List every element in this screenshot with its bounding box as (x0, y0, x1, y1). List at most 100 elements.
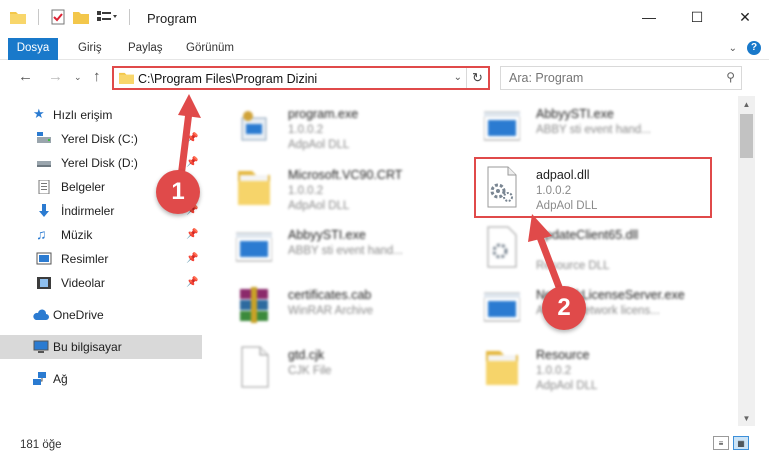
pin-icon[interactable]: 📌 (186, 229, 198, 240)
videos-icon (37, 277, 51, 289)
refresh-icon: ↻ (472, 70, 483, 85)
sidebar-item-onedrive[interactable]: OneDrive (0, 303, 202, 327)
ribbon-tabs: Dosya Giriş Paylaş Görünüm ⌄ ? (0, 38, 769, 96)
sidebar-item-label: Resimler (61, 252, 109, 266)
quick-access-toolbar (10, 9, 134, 25)
list-item[interactable]: AbbyySTI.exe ABBY sti event hand... (462, 98, 697, 156)
sidebar-item-label: OneDrive (53, 308, 104, 322)
navigation-pane: ★ Hızlı erişim Yerel Disk (C:) 📌 Yerel D… (0, 96, 202, 426)
folder-icon (486, 351, 518, 385)
sidebar-item-label: Belgeler (61, 180, 106, 194)
list-item[interactable]: AbbyySTI.exe ABBY sti event hand... (214, 219, 449, 277)
file-detail: 1.0.0.2 (536, 365, 572, 377)
computer-icon (33, 340, 49, 353)
file-detail: 1.0.0.2 (288, 185, 324, 197)
tab-share[interactable]: Paylaş (128, 38, 163, 60)
sidebar-item-label: Yerel Disk (D:) (61, 156, 138, 170)
list-item[interactable]: gtd.cjk CJK File (214, 339, 449, 397)
sidebar-item-label: Müzik (61, 228, 93, 242)
expand-ribbon-icon[interactable]: ⌄ (729, 43, 737, 54)
sidebar-item-network[interactable]: Ağ (0, 367, 202, 391)
drive-icon (37, 161, 51, 167)
view-toggle: ≡ ▦ (713, 436, 749, 450)
item-count: 181 öğe (20, 439, 62, 451)
list-item[interactable]: program.exe 1.0.0.2 AdpAol DLL (214, 98, 449, 156)
sidebar-item-label: Bu bilgisayar (53, 340, 122, 354)
close-icon: ✕ (739, 8, 751, 25)
toolbar-separator (38, 9, 39, 25)
navigation-bar: ← → ⌄ ↑ C:\Program Files\Program Dizini … (0, 60, 769, 96)
sidebar-item-label: İndirmeler (61, 204, 115, 218)
ribbon-right-controls: ⌄ ? (729, 41, 761, 55)
pictures-icon (36, 252, 52, 265)
details-view-icon[interactable]: ≡ (713, 436, 729, 450)
file-name: certificates.cab (288, 288, 372, 302)
close-button[interactable]: ✕ (721, 0, 769, 34)
forward-arrow-icon[interactable]: → (48, 68, 63, 85)
sidebar-item-label: Ağ (53, 372, 68, 386)
address-path: C:\Program Files\Program Dizini (138, 72, 318, 86)
file-detail: CJK File (288, 365, 332, 377)
sidebar-item-videos[interactable]: Videolar 📌 (0, 271, 202, 295)
address-dropdown-icon[interactable]: ⌄ (454, 72, 462, 83)
sidebar-item-local-disk-c[interactable]: Yerel Disk (C:) 📌 (0, 127, 202, 151)
file-name: UpdateClient65.dll (536, 228, 639, 242)
list-item[interactable]: Microsoft.VC90.CRT 1.0.0.2 AdpAol DLL (214, 159, 449, 217)
tab-home[interactable]: Giriş (78, 38, 102, 60)
address-bar[interactable]: C:\Program Files\Program Dizini ⌄ ↻ (112, 66, 490, 90)
maximize-icon: ☐ (690, 8, 704, 25)
network-icon (33, 372, 46, 385)
folder-icon (238, 171, 270, 205)
highlight-box-adpaol (474, 157, 712, 218)
window-title: Program (147, 11, 197, 26)
pin-icon[interactable]: 📌 (186, 253, 198, 264)
folder-icon (119, 72, 134, 84)
sidebar-item-label: Hızlı erişim (53, 108, 113, 122)
back-arrow-icon[interactable]: ← (18, 68, 33, 85)
star-icon: ★ (33, 106, 45, 121)
search-box[interactable]: ⚲ (500, 66, 742, 90)
search-input[interactable] (509, 68, 719, 88)
recent-locations-chevron-icon[interactable]: ⌄ (74, 72, 82, 83)
pin-icon[interactable]: 📌 (186, 277, 198, 288)
list-item[interactable]: UpdateClient65.dll Resource DLL (462, 219, 697, 277)
sidebar-item-music[interactable]: ♫ Müzik 📌 (0, 223, 202, 247)
file-detail: ABBY sti event hand... (288, 245, 403, 257)
refresh-button[interactable]: ↻ (466, 68, 488, 88)
pin-icon[interactable]: 📌 (186, 133, 198, 144)
sidebar-item-this-pc[interactable]: Bu bilgisayar (0, 335, 202, 359)
app-window-icon (484, 111, 520, 141)
maximize-button[interactable]: ☐ (673, 0, 721, 34)
status-bar: 181 öğe ≡ ▦ (0, 426, 769, 476)
up-arrow-icon[interactable]: ↑ (93, 68, 101, 85)
tab-view[interactable]: Görünüm (186, 38, 234, 60)
scroll-thumb[interactable] (740, 114, 753, 158)
scroll-up-icon[interactable]: ▲ (738, 96, 755, 112)
file-name: gtd.cjk (288, 348, 325, 362)
rar-icon (240, 287, 268, 323)
folder-icon[interactable] (10, 10, 26, 24)
list-item[interactable]: certificates.cab WinRAR Archive (214, 279, 449, 337)
file-detail: WinRAR Archive (288, 305, 373, 317)
file-detail: AdpAol DLL (536, 380, 598, 392)
file-name: AbbyySTI.exe (288, 228, 366, 242)
music-icon: ♫ (36, 226, 47, 242)
vertical-scrollbar[interactable]: ▲ ▼ (738, 96, 755, 426)
minimize-button[interactable]: — (625, 0, 673, 34)
app-window-icon (236, 232, 272, 262)
file-name: AbbyySTI.exe (536, 107, 614, 121)
download-icon (39, 204, 49, 217)
tiles-view-icon[interactable]: ▦ (733, 436, 749, 450)
blank-file-icon (241, 346, 269, 388)
sidebar-item-quick-access[interactable]: ★ Hızlı erişim (0, 103, 202, 127)
list-item[interactable]: Resource 1.0.0.2 AdpAol DLL (462, 339, 697, 397)
view-options-icon[interactable] (97, 11, 117, 23)
properties-icon[interactable] (51, 9, 65, 25)
help-icon[interactable]: ? (747, 41, 761, 55)
sidebar-item-pictures[interactable]: Resimler 📌 (0, 247, 202, 271)
annotation-badge-1: 1 (156, 170, 200, 214)
scroll-down-icon[interactable]: ▼ (738, 410, 755, 426)
drive-icon (37, 132, 51, 143)
pin-icon[interactable]: 📌 (186, 157, 198, 168)
new-folder-icon[interactable] (73, 10, 89, 24)
